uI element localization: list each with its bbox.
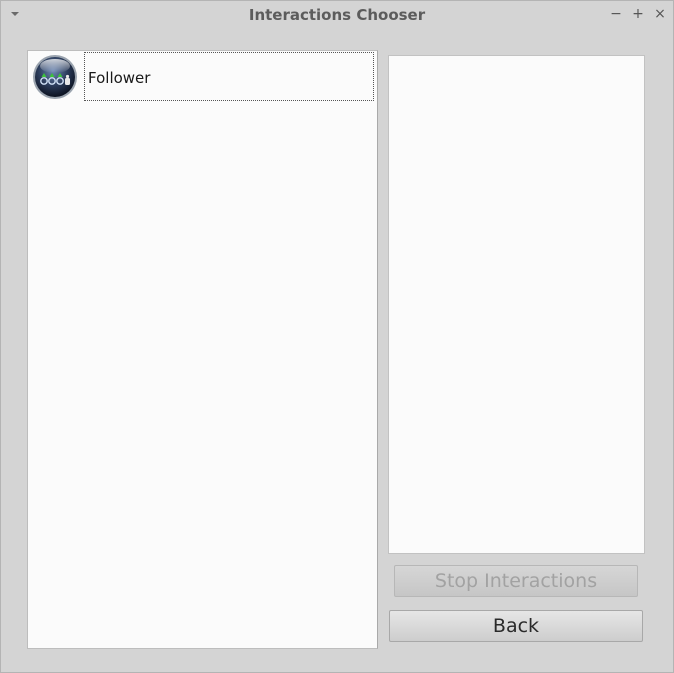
interaction-details-panel: [388, 55, 645, 554]
list-item-label: Follower: [88, 69, 151, 87]
minimize-button[interactable]: −: [608, 5, 624, 23]
stop-interactions-button[interactable]: Stop Interactions: [394, 565, 638, 597]
robot-follower-icon: [33, 55, 77, 99]
interactions-list[interactable]: Follower: [27, 50, 378, 649]
maximize-button[interactable]: +: [630, 5, 646, 23]
list-item-label-box[interactable]: Follower: [84, 52, 374, 101]
back-button[interactable]: Back: [389, 610, 643, 642]
interactions-chooser-window: Interactions Chooser − + × Follower Stop…: [0, 0, 674, 673]
window-title: Interactions Chooser: [248, 6, 426, 24]
list-item-follower[interactable]: Follower: [28, 51, 377, 103]
close-button[interactable]: ×: [652, 5, 668, 23]
title-bar[interactable]: Interactions Chooser − + ×: [1, 1, 673, 29]
